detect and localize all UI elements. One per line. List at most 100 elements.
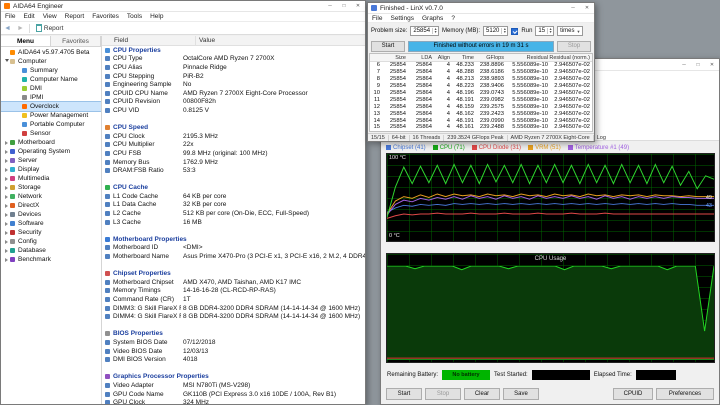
grid-row[interactable]: CPU Clock 2195.3 MHz: [102, 132, 365, 141]
grid-row[interactable]: L2 Cache 512 KB per core (On-Die, ECC, F…: [102, 209, 365, 218]
grid-row[interactable]: Motherboard Chipset AMD X470, AMD Taisha…: [102, 278, 365, 287]
tree-item[interactable]: Database: [1, 246, 101, 255]
grid-row[interactable]: L1 Code Cache 64 KB per core: [102, 192, 365, 201]
table-row[interactable]: 8 25854 25864 4 48.213 238.9893 5.556089…: [370, 76, 592, 83]
expand-arrow-icon[interactable]: [3, 249, 10, 253]
stability-button[interactable]: Preferences: [656, 387, 714, 400]
table-row[interactable]: 11 25854 25864 4 48.191 239.0982 5.55608…: [370, 96, 592, 103]
run-unit-dropdown[interactable]: times ▼: [557, 26, 584, 36]
report-button[interactable]: Report: [32, 24, 68, 32]
tree-item[interactable]: Server: [1, 156, 101, 165]
caption-button[interactable]: □: [691, 59, 705, 70]
grid-row[interactable]: [102, 364, 365, 373]
expand-arrow-icon[interactable]: [3, 141, 10, 145]
grid-row[interactable]: CPU VID 0.8125 V: [102, 106, 365, 115]
grid-row[interactable]: Engineering Sample No: [102, 80, 365, 89]
tree-item[interactable]: Sensor: [1, 129, 101, 138]
grid-row[interactable]: L3 Cache 16 MB: [102, 218, 365, 227]
tree-item[interactable]: Computer: [1, 57, 101, 66]
expand-arrow-icon[interactable]: [3, 159, 10, 163]
grid-row[interactable]: CPU Properties: [102, 46, 365, 55]
spinner-arrows-icon[interactable]: ▲ ▼: [432, 27, 438, 35]
tree-item[interactable]: Power Management: [1, 111, 101, 120]
tree-item[interactable]: Display: [1, 165, 101, 174]
col-time[interactable]: Time: [450, 55, 474, 61]
grid-row[interactable]: Video BIOS Date 12/03/13: [102, 347, 365, 356]
legend-item[interactable]: Chipset (41): [386, 145, 426, 151]
grid-row[interactable]: DRAM:FSB Ratio 53:3: [102, 166, 365, 175]
grid-row[interactable]: Memory Bus 1762.9 MHz: [102, 158, 365, 167]
problem-size-spinner[interactable]: 25854 ▲ ▼: [410, 26, 440, 36]
legend-item[interactable]: Temperature #1 (49): [567, 145, 629, 151]
tree-item[interactable]: Devices: [1, 210, 101, 219]
spinner-arrows-icon[interactable]: ▲ ▼: [547, 27, 553, 35]
grid-row[interactable]: CPU Cache: [102, 184, 365, 193]
table-row[interactable]: 6 25854 25864 4 48.233 238.8896 5.556089…: [370, 62, 592, 69]
caption-button[interactable]: ─: [323, 1, 337, 11]
grid-row[interactable]: [102, 175, 365, 184]
grid-row[interactable]: CPU Alias Pinnacle Ridge: [102, 63, 365, 72]
tree-item[interactable]: Storage: [1, 183, 101, 192]
spinner-arrows-icon[interactable]: ▲ ▼: [501, 27, 507, 35]
grid-row[interactable]: GPU Clock 324 MHz: [102, 398, 365, 404]
linx-titlebar[interactable]: Finished - LinX v0.7.0 ─ ✕: [368, 3, 594, 14]
caption-button[interactable]: ✕: [705, 59, 719, 70]
caption-button[interactable]: ─: [677, 59, 691, 70]
expand-arrow-icon[interactable]: [3, 204, 10, 208]
grid-row[interactable]: Motherboard Name Asus Prime X470-Pro (3 …: [102, 252, 365, 261]
menu-item[interactable]: Report: [61, 13, 89, 20]
menu-item[interactable]: Edit: [19, 13, 38, 20]
grid-row[interactable]: [102, 261, 365, 270]
grid-row[interactable]: [102, 115, 365, 124]
grid-row[interactable]: Video Adapter MSI N780Ti (MS-V298): [102, 381, 365, 390]
grid-row[interactable]: [102, 321, 365, 330]
legend-item[interactable]: CPU Diode (31): [471, 145, 521, 151]
grid-row[interactable]: CPU Speed: [102, 123, 365, 132]
all-memory-checkbox[interactable]: [511, 27, 519, 35]
menu-item[interactable]: Help: [146, 13, 167, 20]
menu-item[interactable]: Graphs: [418, 15, 447, 22]
expand-arrow-icon[interactable]: [3, 195, 10, 199]
caption-button[interactable]: ✕: [580, 3, 594, 13]
grid-row[interactable]: CPU Stepping PiR-B2: [102, 72, 365, 81]
tree-item[interactable]: Operating System: [1, 147, 101, 156]
col-residual[interactable]: Residual: [504, 55, 548, 61]
grid-row[interactable]: System BIOS Date 07/12/2018: [102, 338, 365, 347]
tree-item[interactable]: IPMI: [1, 93, 101, 102]
col-align[interactable]: Align: [432, 55, 450, 61]
col-lda[interactable]: LDA: [406, 55, 432, 61]
tree-item[interactable]: Network: [1, 192, 101, 201]
table-row[interactable]: 7 25854 25864 4 48.288 238.6186 5.556089…: [370, 69, 592, 76]
tree-item[interactable]: Portable Computer: [1, 120, 101, 129]
grid-row[interactable]: Chipset Properties: [102, 269, 365, 278]
tree-item[interactable]: Summary: [1, 66, 101, 75]
table-row[interactable]: 13 25854 25864 4 48.162 239.2423 5.55608…: [370, 110, 592, 117]
grid-row[interactable]: Memory Timings 14-16-16-28 (CL-RCD-RP-RA…: [102, 287, 365, 296]
expand-arrow-icon[interactable]: [3, 186, 10, 190]
stability-button[interactable]: Clear: [464, 387, 500, 400]
grid-row[interactable]: DMI BIOS Version 4018: [102, 355, 365, 364]
table-row[interactable]: 10 25854 25864 4 48.196 239.0743 5.55608…: [370, 90, 592, 97]
expand-arrow-icon[interactable]: [3, 240, 10, 244]
grid-row[interactable]: DIMM4: G Skill FlareX F4-320... 8 GB DDR…: [102, 312, 365, 321]
tree-item[interactable]: Software: [1, 219, 101, 228]
table-row[interactable]: 12 25854 25864 4 48.159 239.2575 5.55608…: [370, 103, 592, 110]
grid-row[interactable]: Command Rate (CR) 1T: [102, 295, 365, 304]
column-header-field[interactable]: Field: [102, 36, 196, 45]
expand-arrow-icon[interactable]: [3, 150, 10, 154]
menu-item[interactable]: ?: [447, 15, 459, 22]
col-size[interactable]: Size: [380, 55, 406, 61]
grid-row[interactable]: CPU Multiplier 22x: [102, 141, 365, 150]
expand-arrow-icon[interactable]: [3, 213, 10, 217]
tree-item[interactable]: DMI: [1, 84, 101, 93]
col-gflops[interactable]: GFlops: [474, 55, 504, 61]
expand-arrow-icon[interactable]: [3, 231, 10, 235]
tree-item[interactable]: DirectX: [1, 201, 101, 210]
tree-item[interactable]: Config: [1, 237, 101, 246]
expand-arrow-icon[interactable]: [3, 222, 10, 226]
expand-arrow-icon[interactable]: [3, 177, 10, 181]
tree-item[interactable]: Security: [1, 228, 101, 237]
menu-item[interactable]: File: [1, 13, 19, 20]
aida64-titlebar[interactable]: AIDA64 Engineer ─ □ ✕: [1, 1, 365, 12]
tree-item[interactable]: AIDA64 v5.97.4705 Beta: [1, 48, 101, 57]
